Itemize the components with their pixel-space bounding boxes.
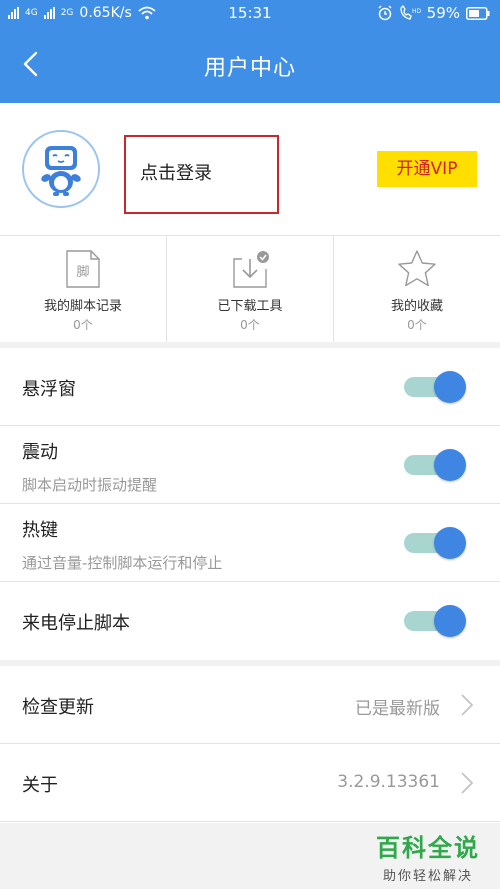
setting-title: 来电停止脚本: [22, 613, 130, 634]
row-title: 检查更新: [22, 697, 94, 718]
app-header: 4G 2G 0.65K/s 15:31 HD 59% 用户中心: [0, 0, 500, 103]
check-update-row[interactable]: 检查更新 已是最新版: [0, 666, 500, 744]
quick-link-favorites[interactable]: 我的收藏 0个: [334, 236, 500, 342]
watermark-slogan: 助你轻松解决: [382, 869, 473, 884]
toggle-knob: [434, 527, 466, 559]
chevron-right-icon: [461, 772, 474, 794]
setting-floating-window: 悬浮窗: [0, 348, 500, 426]
setting-title: 悬浮窗: [22, 379, 76, 400]
row-value: 已是最新版: [355, 699, 440, 719]
login-highlight-box[interactable]: 点击登录: [124, 135, 279, 214]
vibrate-toggle[interactable]: [404, 449, 466, 481]
quick-link-count: 0个: [407, 318, 427, 332]
hotkey-toggle[interactable]: [404, 527, 466, 559]
setting-subtitle: 脚本启动时振动提醒: [22, 476, 158, 494]
row-title: 关于: [22, 775, 58, 796]
setting-subtitle: 通过音量-控制脚本运行和停止: [22, 554, 223, 572]
svg-text:HD: HD: [412, 8, 421, 15]
watermark-title: 百科全说: [376, 834, 480, 862]
status-bar: 4G 2G 0.65K/s 15:31 HD 59%: [0, 0, 500, 28]
quick-link-script-records[interactable]: 脚 我的脚本记录 0个: [0, 236, 167, 342]
quick-link-label: 我的脚本记录: [43, 299, 122, 314]
battery-percent: 59%: [426, 4, 460, 22]
toggle-knob: [434, 449, 466, 481]
chevron-right-icon: [461, 694, 474, 716]
login-link[interactable]: 点击登录: [140, 159, 212, 185]
setting-title: 热键: [22, 520, 58, 541]
page-title: 用户中心: [203, 56, 296, 81]
stop-on-call-toggle[interactable]: [404, 605, 466, 637]
setting-hotkey: 热键 通过音量-控制脚本运行和停止: [0, 504, 500, 582]
script-file-icon: 脚: [66, 250, 100, 288]
profile-card: 点击登录 开通VIP: [0, 103, 500, 236]
setting-vibrate: 震动 脚本启动时振动提醒: [0, 426, 500, 504]
hd-call-icon: HD: [400, 5, 421, 20]
settings-list: 悬浮窗 震动 脚本启动时振动提醒 热键 通过音量-控制脚本运行和停止 来电停止脚…: [0, 348, 500, 660]
battery-icon: [466, 6, 490, 20]
quick-link-downloaded-tools[interactable]: 已下载工具 0个: [167, 236, 334, 342]
robot-avatar-icon[interactable]: [22, 130, 100, 208]
alarm-icon: [378, 5, 392, 21]
star-icon: [398, 250, 436, 287]
floating-window-toggle[interactable]: [404, 371, 466, 403]
quick-link-count: 0个: [240, 318, 260, 332]
download-icon: [233, 251, 269, 288]
script-file-glyph: 脚: [76, 264, 89, 280]
quick-link-count: 0个: [73, 318, 93, 332]
setting-stop-on-call: 来电停止脚本: [0, 582, 500, 660]
setting-title: 震动: [22, 442, 58, 463]
toggle-knob: [434, 605, 466, 637]
watermark-logo: 百科全说 助你轻松解决: [374, 828, 482, 884]
quick-links: 脚 我的脚本记录 0个 已下载工具 0个 我的收藏 0个: [0, 236, 500, 342]
quick-link-label: 我的收藏: [390, 299, 443, 314]
about-list: 检查更新 已是最新版 关于 3.2.9.13361: [0, 666, 500, 823]
quick-link-label: 已下载工具: [217, 299, 283, 314]
about-row[interactable]: 关于 3.2.9.13361: [0, 744, 500, 822]
toggle-knob: [434, 371, 466, 403]
row-value: 3.2.9.13361: [337, 772, 440, 792]
open-vip-button[interactable]: 开通VIP: [377, 151, 477, 187]
